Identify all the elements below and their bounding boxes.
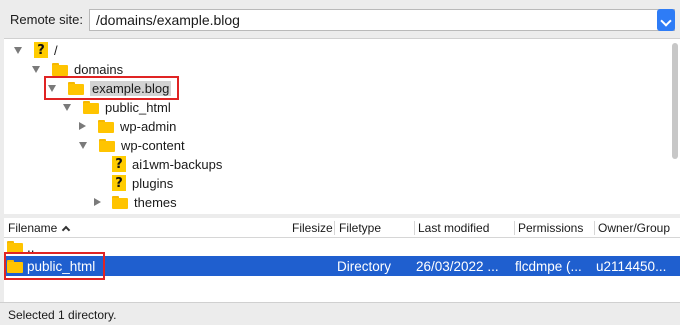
remote-site-bar: Remote site: /domains/example.blog — [0, 0, 680, 38]
column-header-permissions[interactable]: Permissions — [518, 221, 583, 235]
remote-file-list[interactable]: Filename Filesize Filetype Last modified… — [4, 218, 680, 302]
folder-icon — [99, 138, 115, 152]
expand-arrow-icon[interactable] — [32, 65, 40, 73]
status-text: Selected 1 directory. — [8, 308, 117, 322]
tree-scrollbar[interactable] — [672, 43, 678, 159]
sort-ascending-icon — [62, 225, 71, 235]
tree-node-wp-content[interactable]: wp-content — [79, 136, 185, 154]
tree-node-label: / — [54, 42, 58, 58]
file-modified: 26/03/2022 ... — [416, 259, 499, 274]
tree-node-public-html[interactable]: public_html — [63, 98, 171, 116]
question-icon: ? — [112, 156, 126, 172]
column-header-last-modified[interactable]: Last modified — [418, 221, 489, 235]
tree-node-themes[interactable]: themes — [94, 193, 177, 211]
column-divider[interactable] — [414, 221, 415, 235]
remote-site-label: Remote site: — [10, 12, 83, 27]
tree-node-root[interactable]: ? / — [14, 41, 58, 59]
tree-node-ai1wm-backups[interactable]: ? ai1wm-backups — [112, 155, 222, 173]
tree-node-label: wp-admin — [120, 118, 177, 134]
highlight-box — [4, 252, 105, 280]
tree-node-label: domains — [74, 61, 124, 77]
remote-site-path[interactable]: /domains/example.blog — [96, 12, 240, 28]
folder-icon — [112, 195, 128, 209]
folder-icon — [52, 62, 68, 76]
expand-arrow-icon[interactable] — [48, 84, 56, 92]
tree-node-label: public_html — [105, 99, 171, 115]
tree-node-wp-admin[interactable]: wp-admin — [79, 117, 176, 135]
file-row-parent[interactable]: .. — [4, 237, 680, 257]
folder-icon — [68, 81, 84, 95]
remote-site-combobox[interactable]: /domains/example.blog — [89, 9, 675, 31]
column-divider[interactable] — [514, 221, 515, 235]
column-divider[interactable] — [334, 221, 335, 235]
remote-directory-tree[interactable]: ? / domains example.blog public_html wp-… — [4, 38, 680, 214]
column-header-owner-group[interactable]: Owner/Group — [598, 221, 670, 235]
collapse-arrow-icon[interactable] — [94, 198, 101, 206]
column-divider[interactable] — [594, 221, 595, 235]
folder-icon — [98, 119, 114, 133]
file-row-public-html[interactable]: public_html Directory 26/03/2022 ... flc… — [4, 256, 680, 276]
column-header-filename[interactable]: Filename — [8, 221, 71, 235]
folder-icon — [83, 100, 99, 114]
column-header-filetype[interactable]: Filetype — [339, 221, 381, 235]
chevron-down-icon[interactable] — [657, 9, 675, 31]
tree-node-label: example.blog — [90, 80, 172, 96]
tree-node-label: wp-content — [121, 137, 185, 153]
tree-node-label: plugins — [132, 175, 174, 191]
status-bar: Selected 1 directory. — [0, 302, 680, 325]
tree-node-label: themes — [134, 194, 177, 210]
expand-arrow-icon[interactable] — [79, 141, 87, 149]
tree-node-example-blog[interactable]: example.blog — [48, 79, 172, 97]
column-header-filesize[interactable]: Filesize — [292, 221, 333, 235]
question-icon: ? — [112, 175, 126, 191]
tree-node-plugins[interactable]: ? plugins — [112, 174, 173, 192]
file-owner: u2114450... — [596, 259, 667, 274]
tree-node-label: ai1wm-backups — [132, 156, 223, 172]
file-list-header: Filename Filesize Filetype Last modified… — [4, 218, 680, 238]
collapse-arrow-icon[interactable] — [79, 122, 86, 130]
expand-arrow-icon[interactable] — [14, 46, 22, 54]
file-type: Directory — [337, 259, 392, 274]
question-icon: ? — [34, 42, 48, 58]
file-permissions: flcdmpe (... — [515, 259, 582, 274]
expand-arrow-icon[interactable] — [63, 103, 71, 111]
